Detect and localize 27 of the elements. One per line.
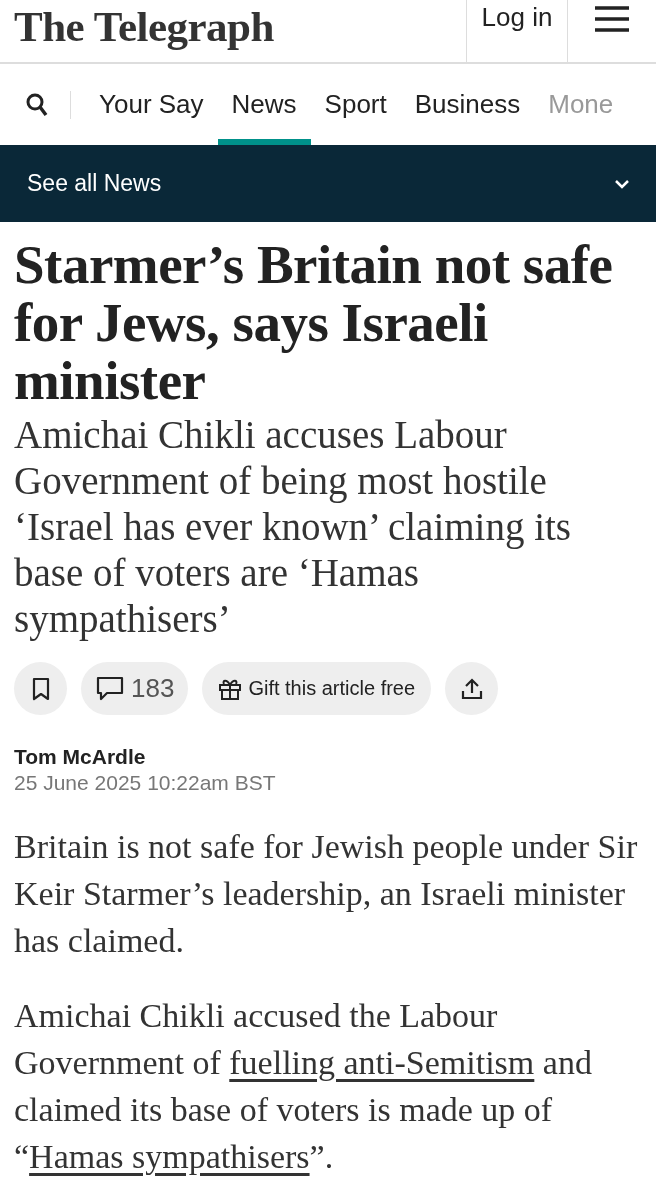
nav-tab[interactable]: Sport <box>310 64 401 145</box>
menu-icon[interactable] <box>595 6 629 32</box>
body-paragraph: Britain is not safe for Jewish people under Sir Keir Starmer’s leadership, an Israeli minister has claimed. <box>14 827 639 961</box>
publish-date: 25 June 2025 <box>14 771 142 794</box>
share-button[interactable] <box>445 662 499 715</box>
bookmark-button[interactable] <box>14 662 67 715</box>
gift-icon <box>218 677 243 700</box>
standfirst: Amichai Chikli accuses Labour Government of being most hostile ‘Israel has ever known’ claiming its base of voters are ‘Hamas sympathisers’ <box>14 412 572 642</box>
inline-link[interactable]: Hamas sympathisers <box>29 1138 310 1175</box>
section-bar[interactable]: See all News <box>0 145 656 222</box>
section-label: See all News <box>27 170 162 197</box>
share-icon <box>459 676 484 701</box>
search-icon[interactable] <box>26 92 48 117</box>
gift-button[interactable]: Gift this article free <box>202 662 432 715</box>
nav-tab[interactable]: Business <box>400 64 535 145</box>
inline-link[interactable]: fuelling anti-Semitism <box>229 1044 535 1081</box>
body-paragraph: Amichai Chikli accused the Labour Government of fuelling anti-Semitism and claimed its base of voters is made up of “Hamas sympathisers”. <box>14 996 593 1177</box>
author-name[interactable]: Tom McArdle <box>14 745 642 769</box>
bookmark-icon <box>31 676 50 701</box>
nav-tab[interactable]: Your Say <box>85 64 218 145</box>
publish-time: 10:22am BST <box>147 771 276 794</box>
comment-icon <box>95 674 125 703</box>
comments-button[interactable]: 183 <box>81 662 189 715</box>
login-button[interactable]: Log in <box>466 0 568 62</box>
chevron-icon[interactable] <box>614 178 630 189</box>
site-logo[interactable]: The Telegraph <box>14 2 274 52</box>
headline: Starmer’s Britain not safe for Jews, says Israeli minister <box>14 236 614 410</box>
